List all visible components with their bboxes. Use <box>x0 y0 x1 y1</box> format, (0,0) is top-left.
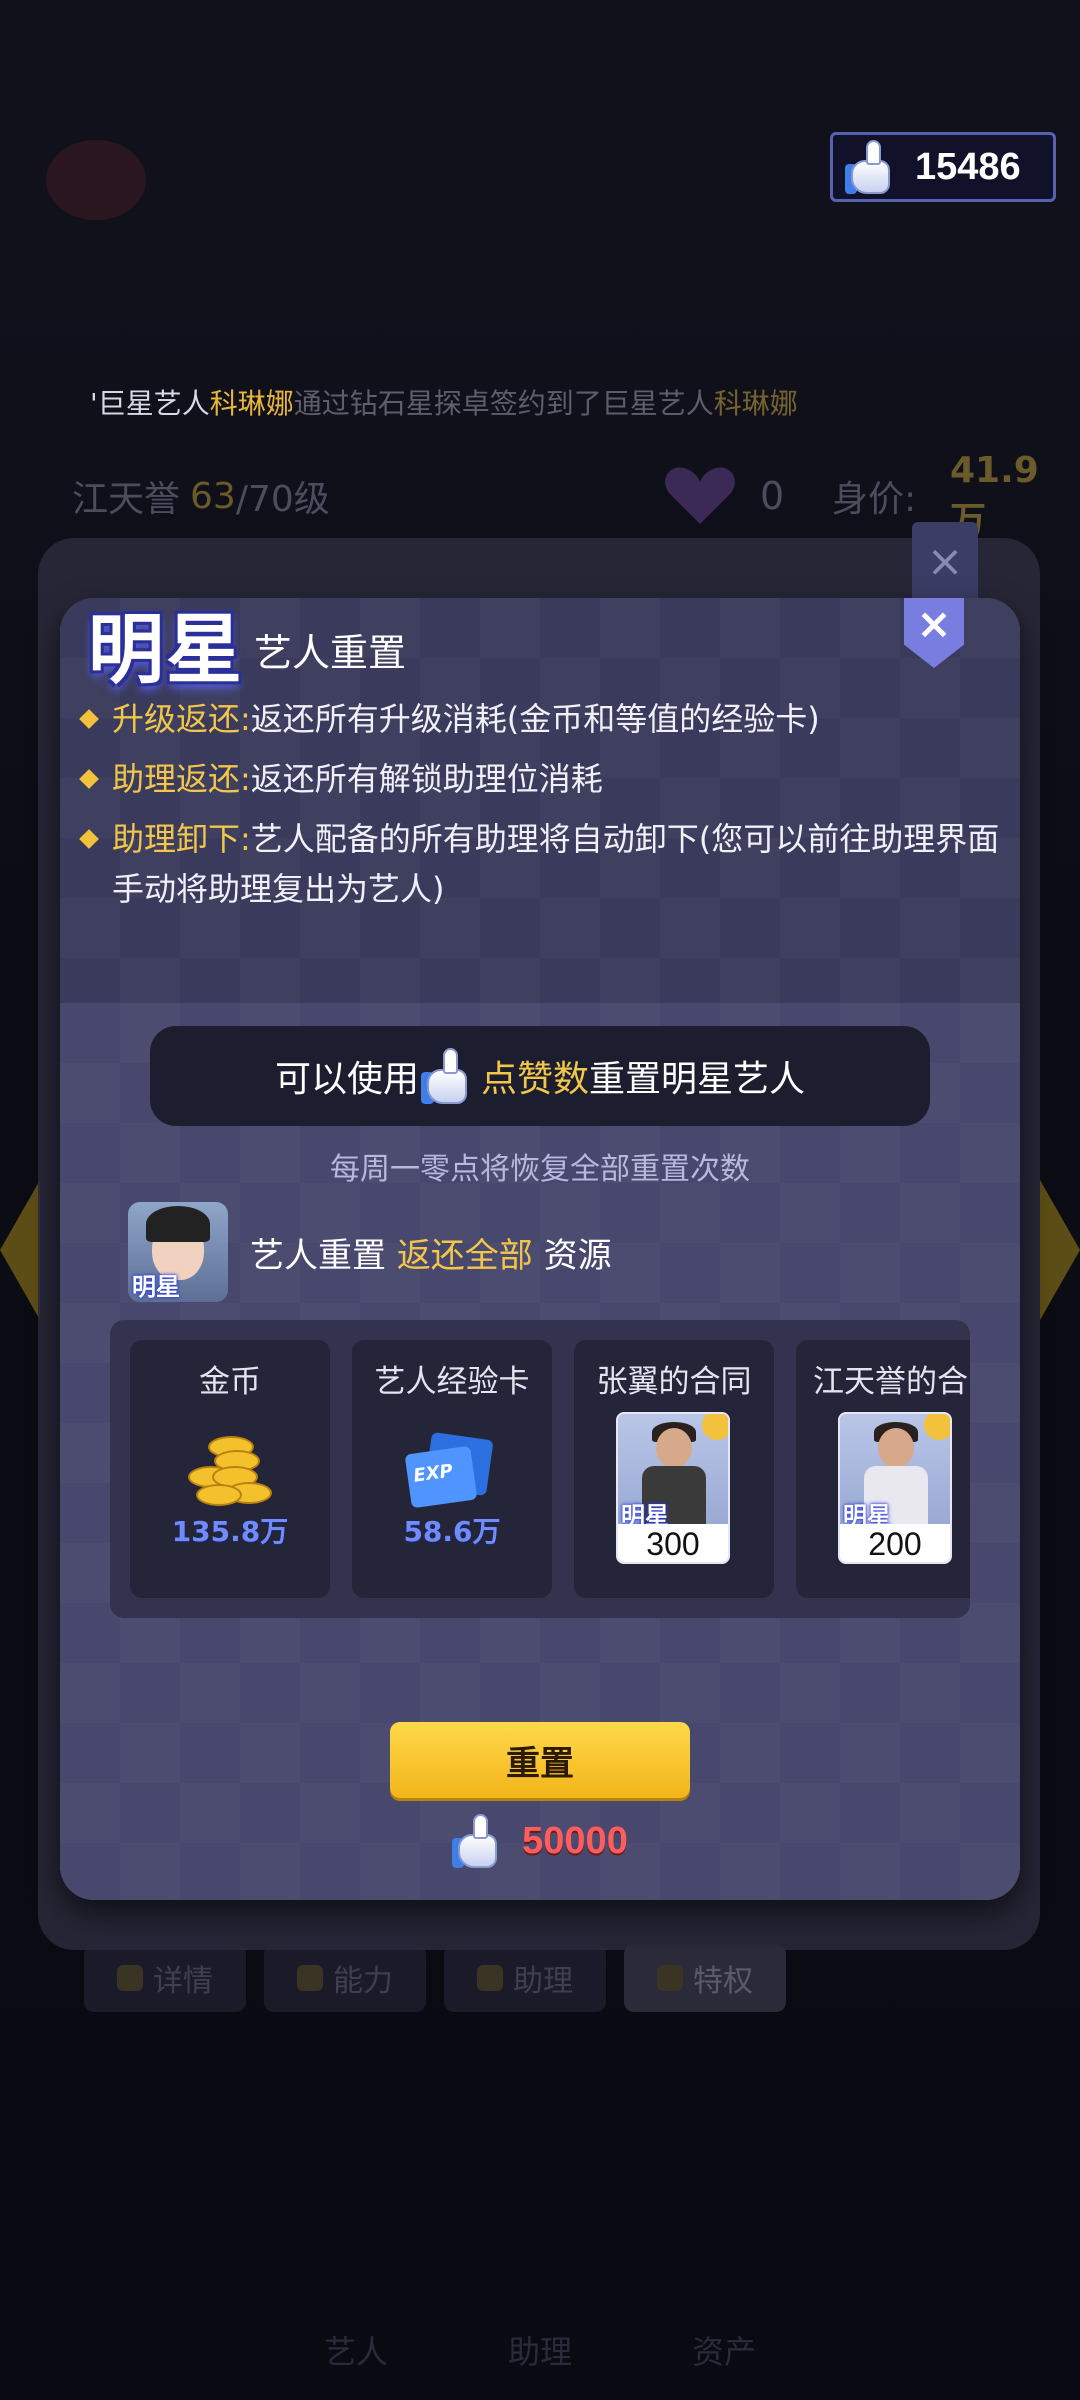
artist-tabs: 详情 能力 助理 特权 <box>84 1944 786 2012</box>
resource-name: 金币 <box>199 1364 261 1400</box>
reset-cost: 50000 <box>60 1812 1020 1870</box>
tab-privilege[interactable]: 特权 <box>624 1944 786 2012</box>
tab-label: 能力 <box>333 1964 393 1999</box>
marquee-text: 通过钻石星探卓 <box>293 387 490 420</box>
contract-icon: 明星 300 <box>616 1412 730 1564</box>
tab-label: 助理 <box>513 1964 573 1999</box>
contract-icon: 明星 200 <box>838 1412 952 1564</box>
tab-ability[interactable]: 能力 <box>264 1944 426 2012</box>
next-artist-arrow[interactable] <box>1040 1180 1080 1320</box>
rule-text: 返还所有升级消耗(金币和等值的经验卡) <box>250 700 820 738</box>
thumbs-up-icon <box>452 1812 508 1870</box>
resource-name: 张翼的合同 <box>596 1364 752 1400</box>
nav-artist[interactable]: 艺人 <box>324 2327 388 2373</box>
thumbs-up-icon <box>845 138 901 196</box>
tab-label: 特权 <box>693 1964 753 1999</box>
artist-name: 江天誉 <box>72 479 181 520</box>
avatar: 明星 <box>128 1202 228 1302</box>
marquee-artist-name: 科琳娜 <box>209 387 294 420</box>
artist-reset-dialog: 明星 艺人重置 × 升级返还:返还所有升级消耗(金币和等值的经验卡) 助理返还:… <box>60 598 1020 1900</box>
nav-assistant[interactable]: 助理 <box>508 2327 572 2373</box>
resource-amount: 300 <box>618 1524 728 1562</box>
megaphone-icon <box>657 1965 683 1991</box>
rule-text: 返还所有解锁助理位消耗 <box>250 760 603 798</box>
like-count: 15486 <box>915 145 1021 188</box>
close-icon: × <box>916 598 952 648</box>
returned-resources-list[interactable]: 金币 135.8万 艺人经验卡 EXP 58.6万 张翼的合同 明星 300 江… <box>110 1320 970 1618</box>
announcement-marquee: '巨星艺人科琳娜通过钻石星探卓签约到了巨星艺人科琳娜 <box>90 382 990 422</box>
rule-item: 升级返还:返还所有升级消耗(金币和等值的经验卡) <box>78 694 1002 744</box>
diamond-bullet-icon <box>79 829 99 849</box>
star-badge: 明星 <box>88 605 244 694</box>
resource-card-exp[interactable]: 艺人经验卡 EXP 58.6万 <box>352 1340 552 1598</box>
exp-card-label: EXP <box>404 1445 478 1509</box>
resource-amount: 58.6万 <box>403 1515 501 1548</box>
resource-card-contract-zhangyi[interactable]: 张翼的合同 明星 300 <box>574 1340 774 1598</box>
tab-assistant[interactable]: 助理 <box>444 1944 606 2012</box>
artist-level-max: /70级 <box>235 479 330 520</box>
seal-icon <box>924 1414 950 1440</box>
summary-text: 艺人重置 <box>250 1235 397 1276</box>
heart-icon <box>662 464 738 528</box>
weekly-reset-note: 每周一零点将恢复全部重置次数 <box>330 1152 750 1187</box>
heart-count: 0 <box>760 474 785 518</box>
reset-button[interactable]: 重置 <box>390 1722 690 1798</box>
reset-summary-text: 艺人重置 返还全部 资源 <box>250 1228 612 1277</box>
like-reset-banner: 可以使用 点赞数 重置明星艺人 <box>150 1026 930 1126</box>
gold-coins-icon <box>186 1436 276 1516</box>
banner-text: 可以使用 <box>274 1059 419 1100</box>
resource-name: 艺人经验卡 <box>374 1364 530 1400</box>
cost-value: 50000 <box>522 1819 628 1862</box>
resource-name: 江天誉的合同 <box>813 1364 970 1400</box>
banner-highlight: 点赞数 <box>480 1059 589 1100</box>
marquee-artist-name: 科琳娜 <box>713 387 798 420</box>
banner-text: 重置明星艺人 <box>589 1059 806 1100</box>
reset-rules: 升级返还:返还所有升级消耗(金币和等值的经验卡) 助理返还:返还所有解锁助理位消… <box>78 694 1002 924</box>
assistant-icon <box>477 1965 503 1991</box>
summary-text: 资源 <box>532 1235 612 1276</box>
bottom-nav: 艺人 助理 资产 <box>0 2300 1080 2400</box>
like-counter: 15486 <box>830 132 1056 202</box>
exp-card-icon: EXP <box>404 1431 494 1509</box>
seal-icon <box>702 1414 728 1440</box>
ability-icon <box>297 1965 323 1991</box>
rule-item: 助理卸下:艺人配备的所有助理将自动卸下(您可以前往助理界面手动将助理复出为艺人) <box>78 814 1002 914</box>
rule-label: 助理返还: <box>112 760 251 798</box>
price-label: 身价: <box>832 479 917 520</box>
background-close-icon: × <box>912 522 978 602</box>
artist-reset-summary: 明星 艺人重置 返还全部 资源 <box>128 1200 948 1304</box>
prev-artist-arrow[interactable] <box>0 1180 40 1320</box>
resource-card-contract-jiangtianyu[interactable]: 江天誉的合同 明星 200 <box>796 1340 970 1598</box>
details-icon <box>117 1965 143 1991</box>
heart-icon <box>46 140 146 220</box>
rule-item: 助理返还:返还所有解锁助理位消耗 <box>78 754 1002 804</box>
nav-assets[interactable]: 资产 <box>692 2327 756 2373</box>
resource-amount: 135.8万 <box>171 1515 289 1548</box>
artist-info-line: 江天誉 63 /70级 0 身价: 41.9万 <box>72 450 1039 541</box>
rule-label: 助理卸下: <box>112 820 251 858</box>
background-header <box>0 0 1080 260</box>
artist-level: 63 <box>190 475 236 517</box>
marquee-text: 签约到了巨星艺人 <box>489 387 714 420</box>
diamond-bullet-icon <box>79 769 99 789</box>
diamond-bullet-icon <box>79 709 99 729</box>
resource-amount: 200 <box>840 1524 950 1562</box>
marquee-text: '巨星艺人 <box>90 387 210 420</box>
tab-details[interactable]: 详情 <box>84 1944 246 2012</box>
tab-label: 详情 <box>153 1964 213 1999</box>
dialog-title: 艺人重置 <box>254 631 407 675</box>
summary-highlight: 返还全部 <box>396 1235 533 1276</box>
star-tag: 明星 <box>132 1273 180 1301</box>
rule-label: 升级返还: <box>112 700 251 738</box>
thumbs-up-icon <box>420 1046 479 1106</box>
resource-card-gold[interactable]: 金币 135.8万 <box>130 1340 330 1598</box>
